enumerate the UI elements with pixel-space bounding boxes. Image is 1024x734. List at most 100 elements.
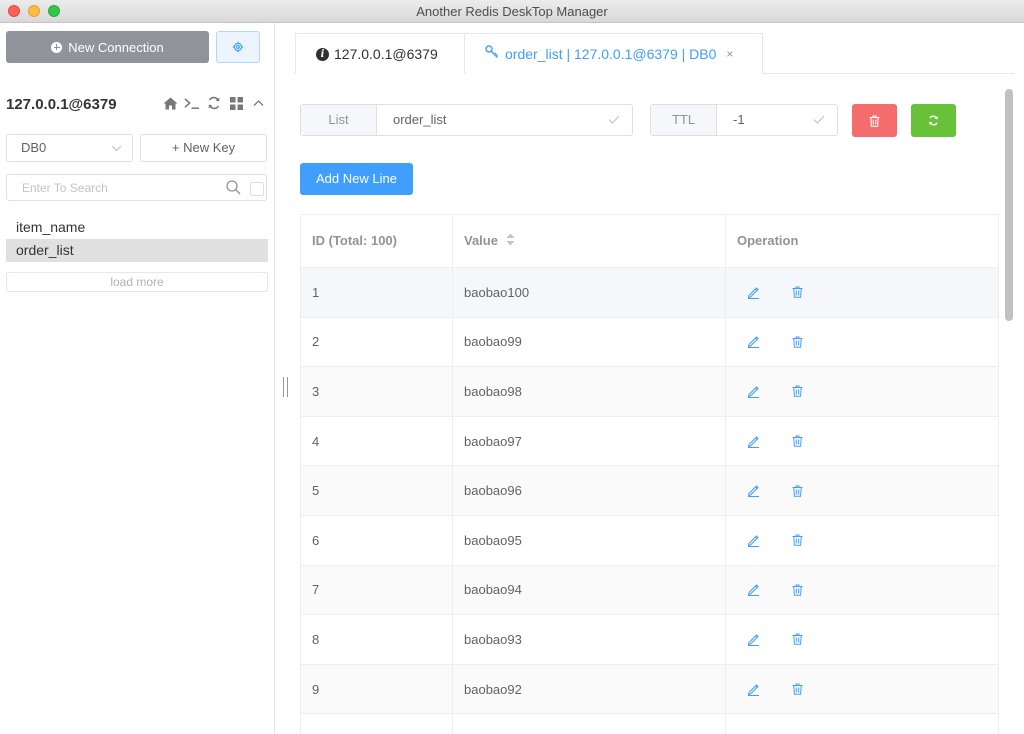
key-list: item_name order_list (6, 216, 268, 262)
key-name-input[interactable]: order_list (377, 105, 632, 135)
search-icon[interactable] (226, 180, 241, 198)
ttl-input[interactable]: -1 (717, 105, 837, 135)
window-title: Another Redis DeskTop Manager (416, 4, 608, 19)
grid-icon[interactable] (228, 95, 244, 111)
tab-connection-info[interactable]: i 127.0.0.1@6379 (295, 33, 465, 74)
row-value: baobao98 (453, 367, 726, 416)
db-select[interactable]: DB0 (6, 134, 133, 162)
row-id: 1 (301, 268, 453, 317)
column-header-operation: Operation (737, 233, 799, 248)
edit-icon[interactable] (746, 384, 760, 398)
key-list-item-active[interactable]: order_list (6, 239, 268, 262)
trash-icon (869, 114, 880, 127)
edit-icon[interactable] (746, 632, 760, 646)
search-input[interactable] (7, 175, 207, 200)
table-row: 3 baobao98 (301, 367, 998, 417)
trash-icon[interactable] (790, 285, 804, 299)
db-select-value: DB0 (21, 140, 47, 155)
title-bar: Another Redis DeskTop Manager (0, 0, 1024, 23)
table-row: 1 baobao100 (301, 268, 998, 318)
connection-actions (162, 95, 266, 111)
new-connection-button[interactable]: New Connection (6, 31, 209, 63)
column-header-id: ID (Total: 100) (301, 215, 453, 267)
row-operations (726, 318, 998, 367)
trash-icon[interactable] (790, 533, 804, 547)
row-value: baobao99 (453, 317, 726, 367)
row-value: baobao97 (453, 416, 726, 466)
trash-icon[interactable] (790, 335, 804, 349)
sort-icon[interactable] (506, 216, 515, 268)
load-more-button[interactable]: load more (6, 272, 268, 292)
exact-search-checkbox[interactable] (250, 182, 264, 196)
new-connection-label: New Connection (68, 39, 164, 55)
key-type-label: List (301, 105, 377, 135)
trash-icon[interactable] (790, 434, 804, 448)
row-operations (726, 516, 998, 565)
table-header: ID (Total: 100) Value Operation (301, 215, 998, 268)
row-id: 7 (301, 565, 453, 615)
row-id: 6 (301, 515, 453, 565)
edit-icon[interactable] (746, 583, 760, 597)
trash-icon[interactable] (790, 583, 804, 597)
scrollbar[interactable] (1005, 89, 1013, 734)
key-name-value: order_list (393, 112, 447, 127)
refresh-icon (929, 115, 938, 126)
plus-circle-icon (51, 41, 63, 53)
row-id: 5 (301, 466, 453, 515)
column-header-value-label: Value (464, 233, 498, 248)
row-id: 2 (301, 317, 453, 367)
table-row: 8 baobao93 (301, 615, 998, 665)
home-icon[interactable] (162, 95, 178, 111)
row-id: 9 (301, 664, 453, 714)
key-list-item[interactable]: item_name (6, 216, 268, 239)
tab-key-detail[interactable]: order_list | 127.0.0.1@6379 | DB0 × (465, 33, 763, 75)
edit-icon[interactable] (746, 682, 760, 696)
trash-icon[interactable] (790, 484, 804, 498)
edit-icon[interactable] (746, 434, 760, 448)
close-tab-icon[interactable]: × (726, 34, 733, 74)
table-row: 6 baobao95 (301, 515, 998, 566)
trash-icon[interactable] (790, 682, 804, 696)
trash-icon[interactable] (790, 632, 804, 646)
row-id: 8 (301, 615, 453, 664)
scrollbar-thumb[interactable] (1005, 89, 1013, 321)
row-operations (726, 417, 998, 466)
row-value: baobao95 (453, 515, 726, 565)
delete-key-button[interactable] (852, 104, 897, 137)
gear-icon (232, 41, 244, 53)
tab-bar: i 127.0.0.1@6379 order_list | 127.0.0.1@… (295, 33, 1015, 75)
table-body: 1 baobao100 2 baobao99 3 baobao98 4 baobao97 5 ba… (301, 268, 998, 734)
row-value: baobao92 (453, 664, 726, 714)
row-operations (726, 615, 998, 664)
resize-handle[interactable] (283, 377, 288, 397)
row-operations (726, 367, 998, 416)
add-new-line-button[interactable]: Add New Line (300, 163, 413, 195)
edit-icon[interactable] (746, 285, 760, 299)
column-header-value[interactable]: Value (453, 215, 726, 267)
table-row (301, 714, 998, 734)
row-id (301, 714, 453, 734)
row-operations (726, 268, 998, 317)
row-operations (726, 665, 998, 714)
edit-icon[interactable] (746, 484, 760, 498)
row-id: 4 (301, 416, 453, 466)
row-value: baobao93 (453, 615, 726, 664)
row-value: baobao94 (453, 565, 726, 615)
tab-label: order_list | 127.0.0.1@6379 | DB0 (505, 46, 717, 62)
check-icon[interactable] (813, 105, 825, 135)
terminal-icon[interactable] (184, 95, 200, 111)
row-operations (726, 566, 998, 615)
info-circle-icon: i (316, 47, 329, 61)
trash-icon[interactable] (790, 384, 804, 398)
sidebar: New Connection 127.0.0.1@6379 DB0 + New … (0, 23, 275, 734)
refresh-icon[interactable] (206, 95, 222, 111)
new-key-button[interactable]: + New Key (140, 134, 267, 162)
settings-button[interactable] (216, 31, 260, 63)
refresh-key-button[interactable] (911, 104, 956, 137)
connection-name[interactable]: 127.0.0.1@6379 (6, 96, 117, 113)
chevron-up-icon[interactable] (250, 95, 266, 111)
edit-icon[interactable] (746, 533, 760, 547)
key-search-box (6, 174, 267, 201)
edit-icon[interactable] (746, 335, 760, 349)
check-icon[interactable] (608, 105, 620, 135)
